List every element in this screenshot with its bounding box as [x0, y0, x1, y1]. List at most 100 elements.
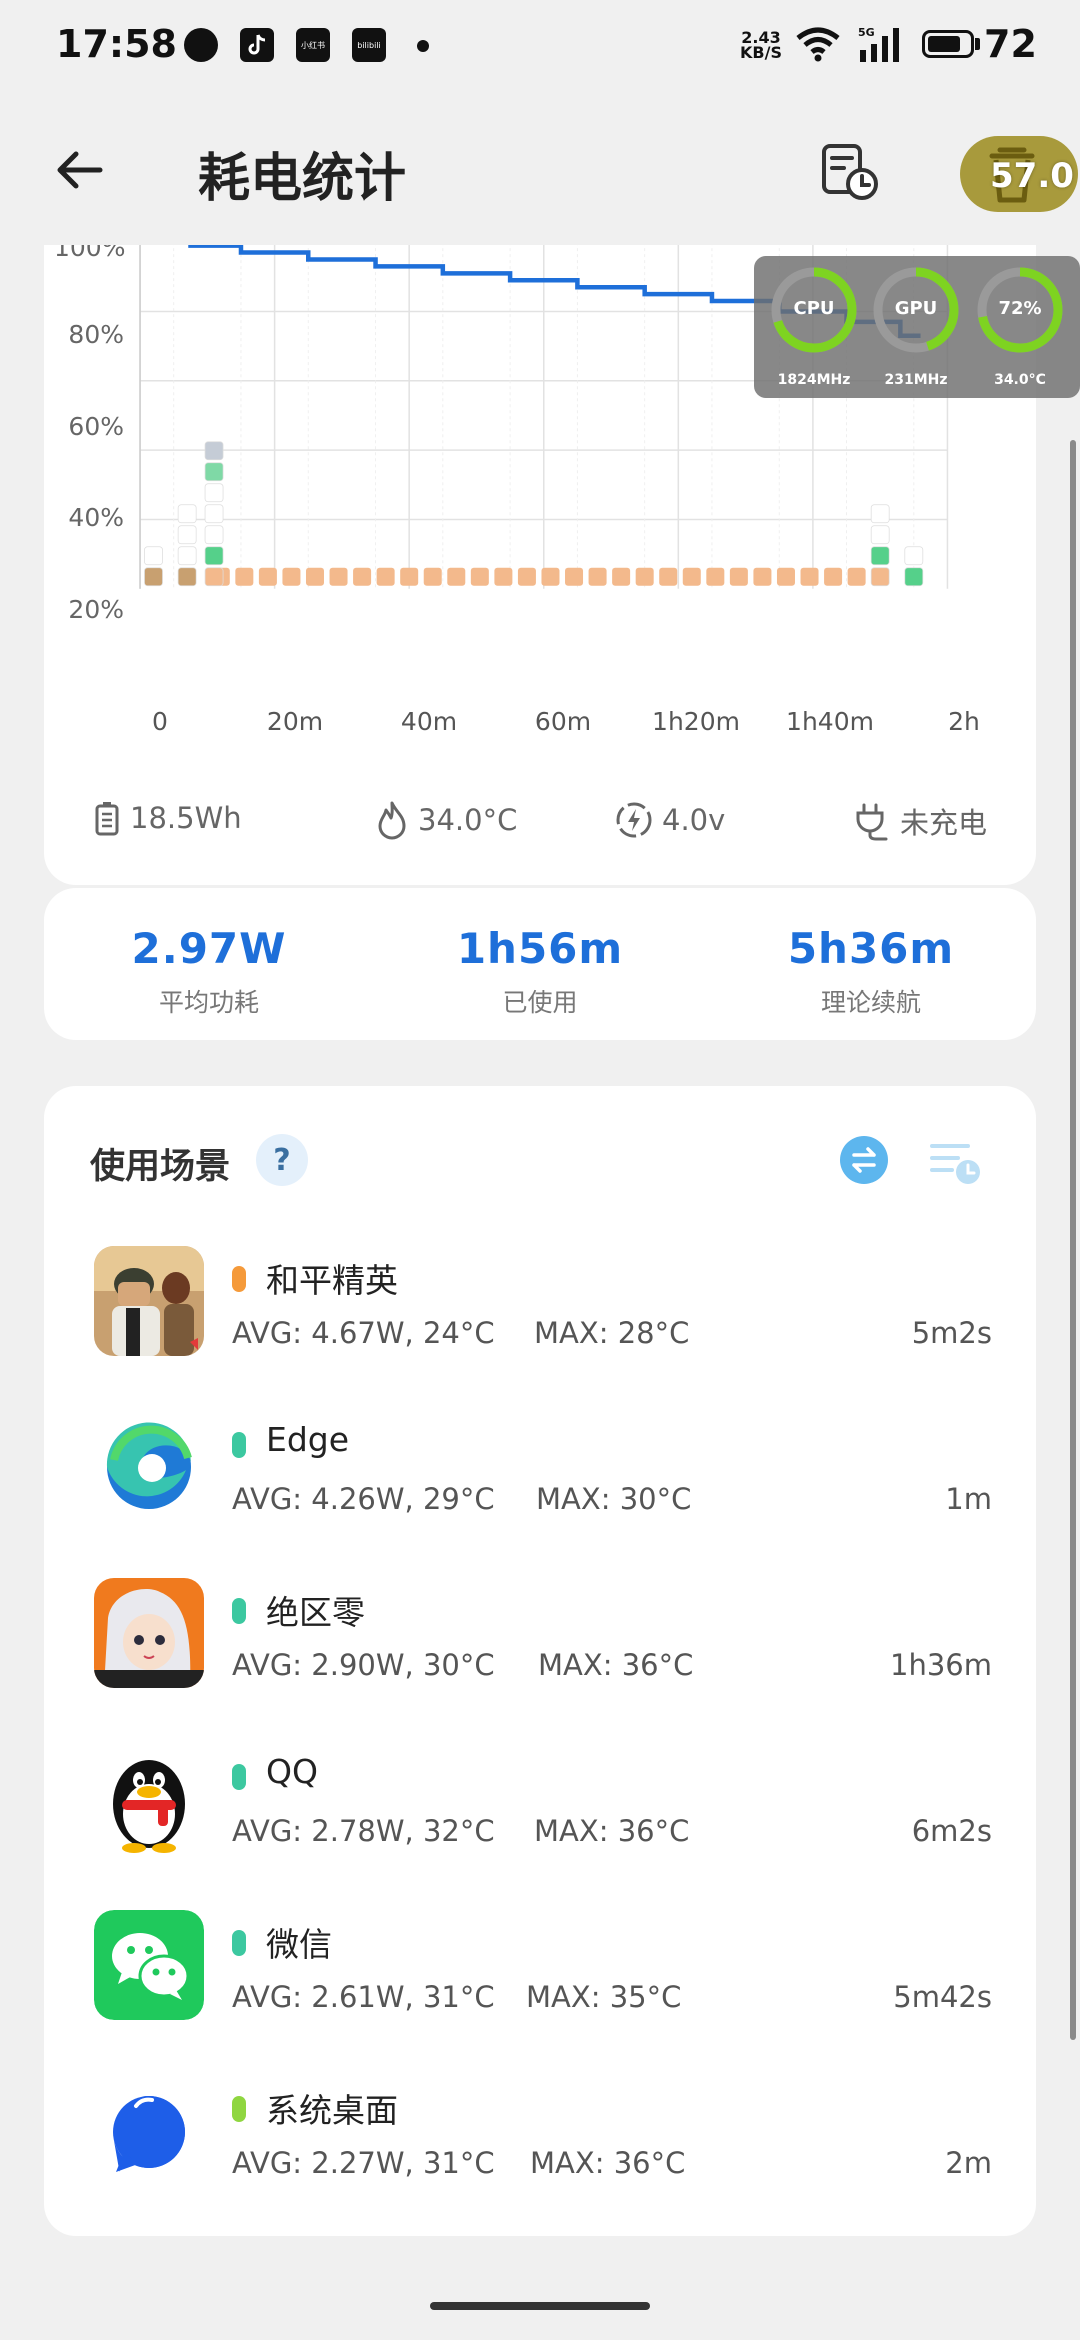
back-arrow-icon[interactable]: [50, 140, 110, 200]
wechat-icon: [94, 1910, 204, 2020]
scene-color-dot: [232, 1598, 246, 1624]
usage-marker: [400, 567, 419, 586]
scene-avg: AVG: 2.78W, 32°C: [232, 1814, 495, 1848]
cpu-label: CPU: [793, 298, 835, 319]
zenless-zone-zero-icon: [94, 1578, 204, 1688]
usage-marker: [204, 441, 224, 461]
scene-max: MAX: 35°C: [526, 1980, 682, 2014]
usage-marker: [870, 504, 890, 524]
usage-marker: [177, 546, 197, 566]
battery-temperature: 34.0°C: [994, 372, 1046, 388]
svg-text:5G: 5G: [858, 26, 875, 39]
usage-marker: [800, 567, 819, 586]
x-tick-label: 0: [152, 707, 168, 736]
swap-sort-icon[interactable]: [840, 1136, 888, 1184]
scene-row-edge[interactable]: Edge AVG: 4.26W, 29°C MAX: 30°C 1m: [44, 1398, 1036, 1564]
home-gesture-bar[interactable]: [430, 2302, 650, 2310]
scene-max: MAX: 28°C: [534, 1316, 690, 1350]
gpu-label: GPU: [894, 298, 938, 319]
plug-icon: [856, 803, 888, 841]
usage-scenes-card: 使用场景 ? 和平精英 AVG: 4.67W, 24°C MAX: 28°C 5…: [44, 1086, 1036, 2236]
scene-row-wechat[interactable]: 微信 AVG: 2.61W, 31°C MAX: 35°C 5m42s: [44, 1896, 1036, 2062]
usage-marker: [144, 567, 163, 587]
scene-row-system-launcher[interactable]: 系统桌面 AVG: 2.27W, 31°C MAX: 36°C 2m: [44, 2062, 1036, 2228]
net-speed-unit: KB/S: [740, 43, 782, 62]
usage-marker: [329, 567, 348, 586]
scene-max: MAX: 36°C: [538, 1648, 694, 1682]
x-tick-label: 20m: [266, 707, 324, 736]
scene-row-zenless-zone-zero[interactable]: 绝区零 AVG: 2.90W, 30°C MAX: 36°C 1h36m: [44, 1564, 1036, 1730]
performance-overlay[interactable]: CPU 1824MHz GPU 231MHz 72% 34.0°C: [754, 256, 1080, 398]
estimated-endurance-value: 5h36m: [787, 924, 955, 973]
scene-row-peace-elite[interactable]: 和平精英 AVG: 4.67W, 24°C MAX: 28°C 5m2s: [44, 1232, 1036, 1398]
scene-row-qq[interactable]: QQ AVG: 2.78W, 32°C MAX: 36°C 6m2s: [44, 1730, 1036, 1896]
scene-name: 微信: [266, 1925, 332, 1964]
usage-marker: [904, 546, 924, 566]
usage-marker: [305, 567, 324, 586]
section-title: 使用场景: [90, 1147, 231, 1187]
scrollbar[interactable]: [1070, 440, 1076, 2040]
battery-level: 72: [984, 22, 1037, 66]
y-tick-label: 80%: [68, 320, 124, 349]
scene-color-dot: [232, 1930, 246, 1956]
estimated-endurance-stat: 5h36m 理论续航: [706, 924, 1036, 1019]
voltage-value: 4.0v: [662, 803, 726, 837]
capacity-spec: 18.5Wh: [92, 800, 242, 836]
usage-marker: [204, 567, 224, 587]
tiktok-icon: [240, 28, 274, 62]
scene-duration: 1h36m: [890, 1648, 992, 1682]
estimated-endurance-label: 理论续航: [820, 988, 921, 1017]
x-tick-label: 1h40m: [786, 707, 874, 736]
usage-marker: [612, 567, 631, 586]
gpu-gauge: GPU 231MHz: [866, 264, 966, 392]
scene-color-dot: [232, 2096, 246, 2122]
y-tick-label: 100%: [54, 245, 126, 262]
history-report-icon[interactable]: [818, 140, 880, 202]
usage-marker: [204, 462, 224, 482]
temperature-spec: 34.0°C: [374, 800, 517, 840]
usage-marker: [904, 567, 924, 587]
usage-marker: [204, 504, 224, 524]
battery-icon: [922, 30, 974, 58]
usage-marker: [635, 567, 654, 586]
scene-avg: AVG: 2.61W, 31°C: [232, 1980, 495, 2014]
x-tick-label: 2h: [948, 707, 980, 736]
scene-name: 系统桌面: [266, 2091, 398, 2130]
edge-browser-icon: [94, 1412, 204, 1522]
scene-duration: 1m: [945, 1482, 992, 1516]
usage-marker: [870, 525, 890, 545]
gpu-frequency: 231MHz: [884, 372, 948, 388]
usage-marker: [353, 567, 372, 586]
usage-marker: [177, 525, 197, 545]
battery-gauge: 72% 34.0°C: [970, 264, 1070, 392]
system-launcher-icon: [94, 2076, 204, 2186]
usage-marker: [204, 483, 224, 503]
page-title: 耗电统计: [198, 149, 407, 209]
avg-power-label: 平均功耗: [158, 988, 259, 1017]
usage-marker: [588, 567, 607, 586]
scene-duration: 6m2s: [911, 1814, 992, 1848]
usage-marker: [729, 567, 748, 586]
swap-arrows-glyph: [852, 1147, 876, 1173]
score-badge[interactable]: 57.0: [960, 136, 1078, 212]
battery-tip: [975, 38, 980, 50]
battery-percent: 72%: [998, 298, 1042, 319]
scene-duration: 5m2s: [911, 1316, 992, 1350]
scene-duration: 5m42s: [893, 1980, 992, 2014]
scene-avg: AVG: 4.67W, 24°C: [232, 1316, 495, 1350]
usage-marker: [776, 567, 795, 586]
scene-color-dot: [232, 1266, 246, 1292]
help-icon[interactable]: ?: [256, 1134, 308, 1186]
status-time: 17:58: [56, 22, 177, 66]
usage-marker: [376, 567, 395, 586]
avg-power-value: 2.97W: [131, 924, 287, 973]
status-bar: 17:58 小红书 bilibili 2.43 KB/S 5G 72: [0, 0, 1080, 92]
score-value: 57.0: [990, 156, 1074, 196]
y-tick-label: 40%: [68, 503, 124, 532]
usage-marker: [494, 567, 513, 586]
flame-icon: [378, 801, 406, 840]
battery-capacity-icon: [95, 802, 119, 836]
usage-marker: [870, 546, 890, 566]
usage-marker: [706, 567, 725, 586]
time-filter-icon[interactable]: [928, 1138, 984, 1186]
